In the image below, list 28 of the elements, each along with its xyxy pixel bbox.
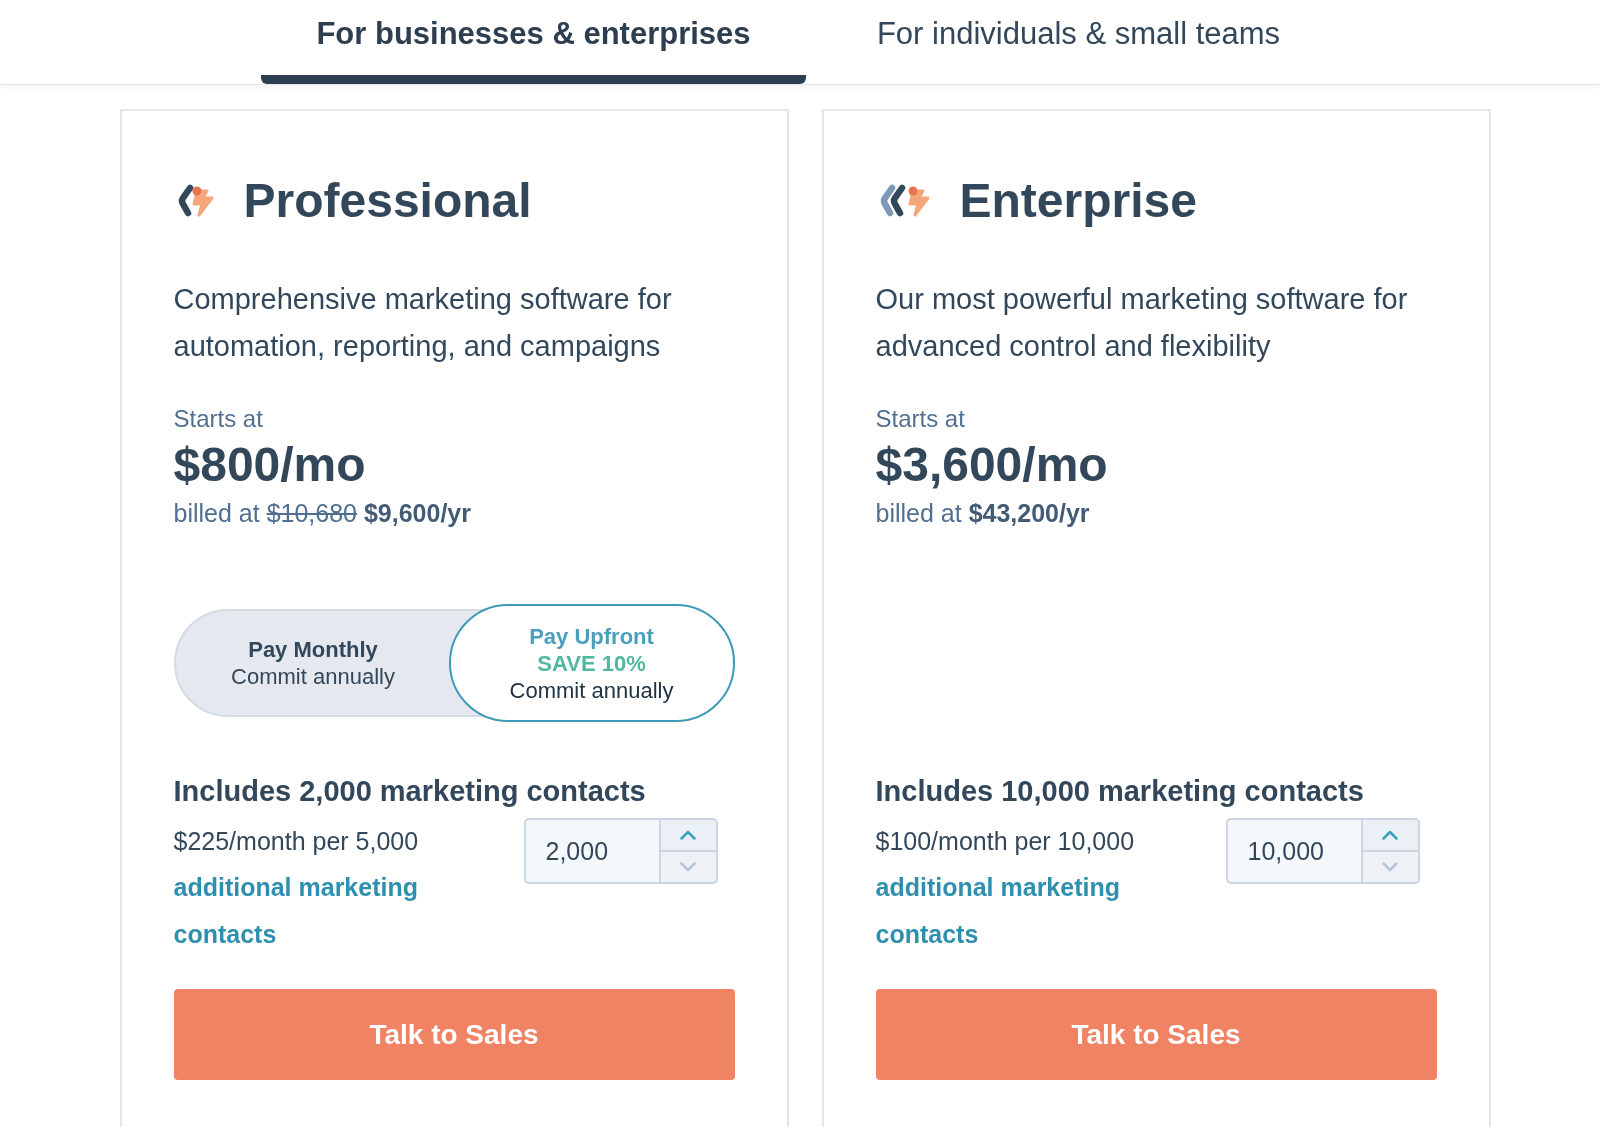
chevron-up-icon [1382,830,1398,840]
billing-text: billed at $10,680 $9,600/yr [173,498,472,528]
plan-title: Enterprise [959,173,1197,229]
plan-price: $3,600/mo [875,440,1109,490]
contacts-heading: Includes 10,000 marketing contacts [875,774,1365,808]
increment-button[interactable] [658,818,718,851]
plan-price: $800/mo [173,440,367,490]
payment-option[interactable]: Pay Upfront SAVE 10% Commit annually [448,604,735,722]
increment-button[interactable] [1360,818,1420,851]
tab[interactable]: For businesses & enterprises [261,0,806,84]
plan-description: Comprehensive marketing software for automation, reporting, and campaigns [173,282,673,364]
rate-text: $100/month per 10,000 [875,826,1136,857]
billing-text: billed at $43,200/yr [875,498,1091,528]
chevron-up-icon [680,830,696,840]
plan-title: Professional [243,173,532,229]
contacts-number-input[interactable]: 2,000 [523,818,659,884]
price-label: Starts at [173,405,264,433]
contacts-link[interactable]: additional marketing contacts [875,864,1176,958]
chevron-down-icon [1382,862,1398,872]
tab[interactable]: For individuals & small teams [806,0,1351,84]
price-label: Starts at [875,405,966,433]
plan-description: Our most powerful marketing software for advanced control and flexibility [875,282,1409,364]
contacts-heading: Includes 2,000 marketing contacts [173,774,647,808]
rate-text: $225/month per 5,000 [173,826,420,857]
contacts-number-input[interactable]: 10,000 [1225,818,1361,884]
chevron-down-icon [680,862,696,872]
payment-option[interactable]: Pay Monthly Commit annually [175,611,451,715]
contacts-link[interactable]: additional marketing contacts [173,864,474,958]
